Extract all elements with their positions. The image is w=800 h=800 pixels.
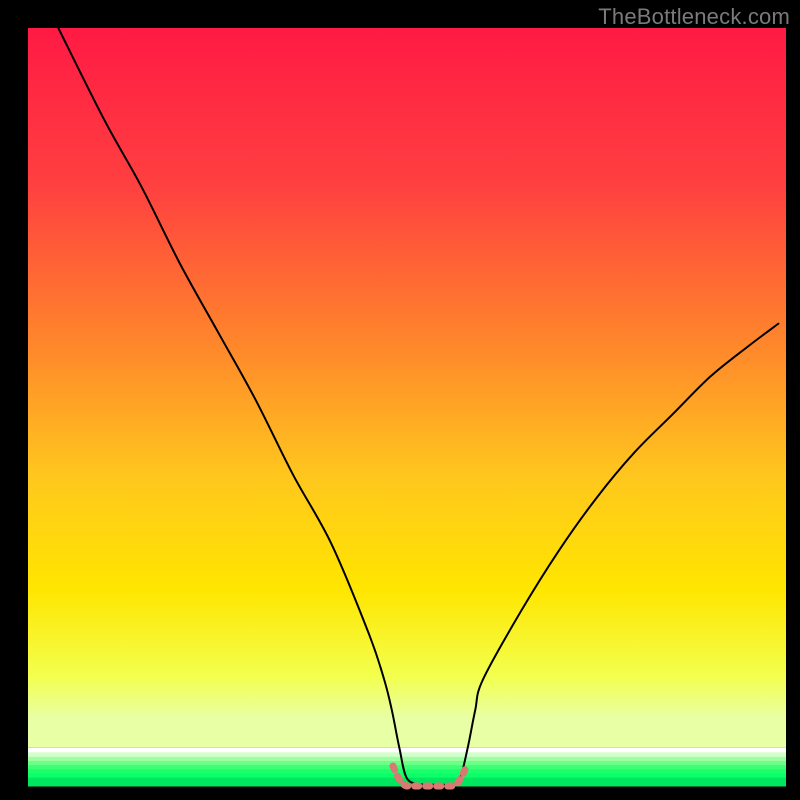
- watermark-text: TheBottleneck.com: [598, 4, 790, 30]
- chart-frame: TheBottleneck.com: [0, 0, 800, 800]
- bottleneck-chart: [0, 0, 800, 800]
